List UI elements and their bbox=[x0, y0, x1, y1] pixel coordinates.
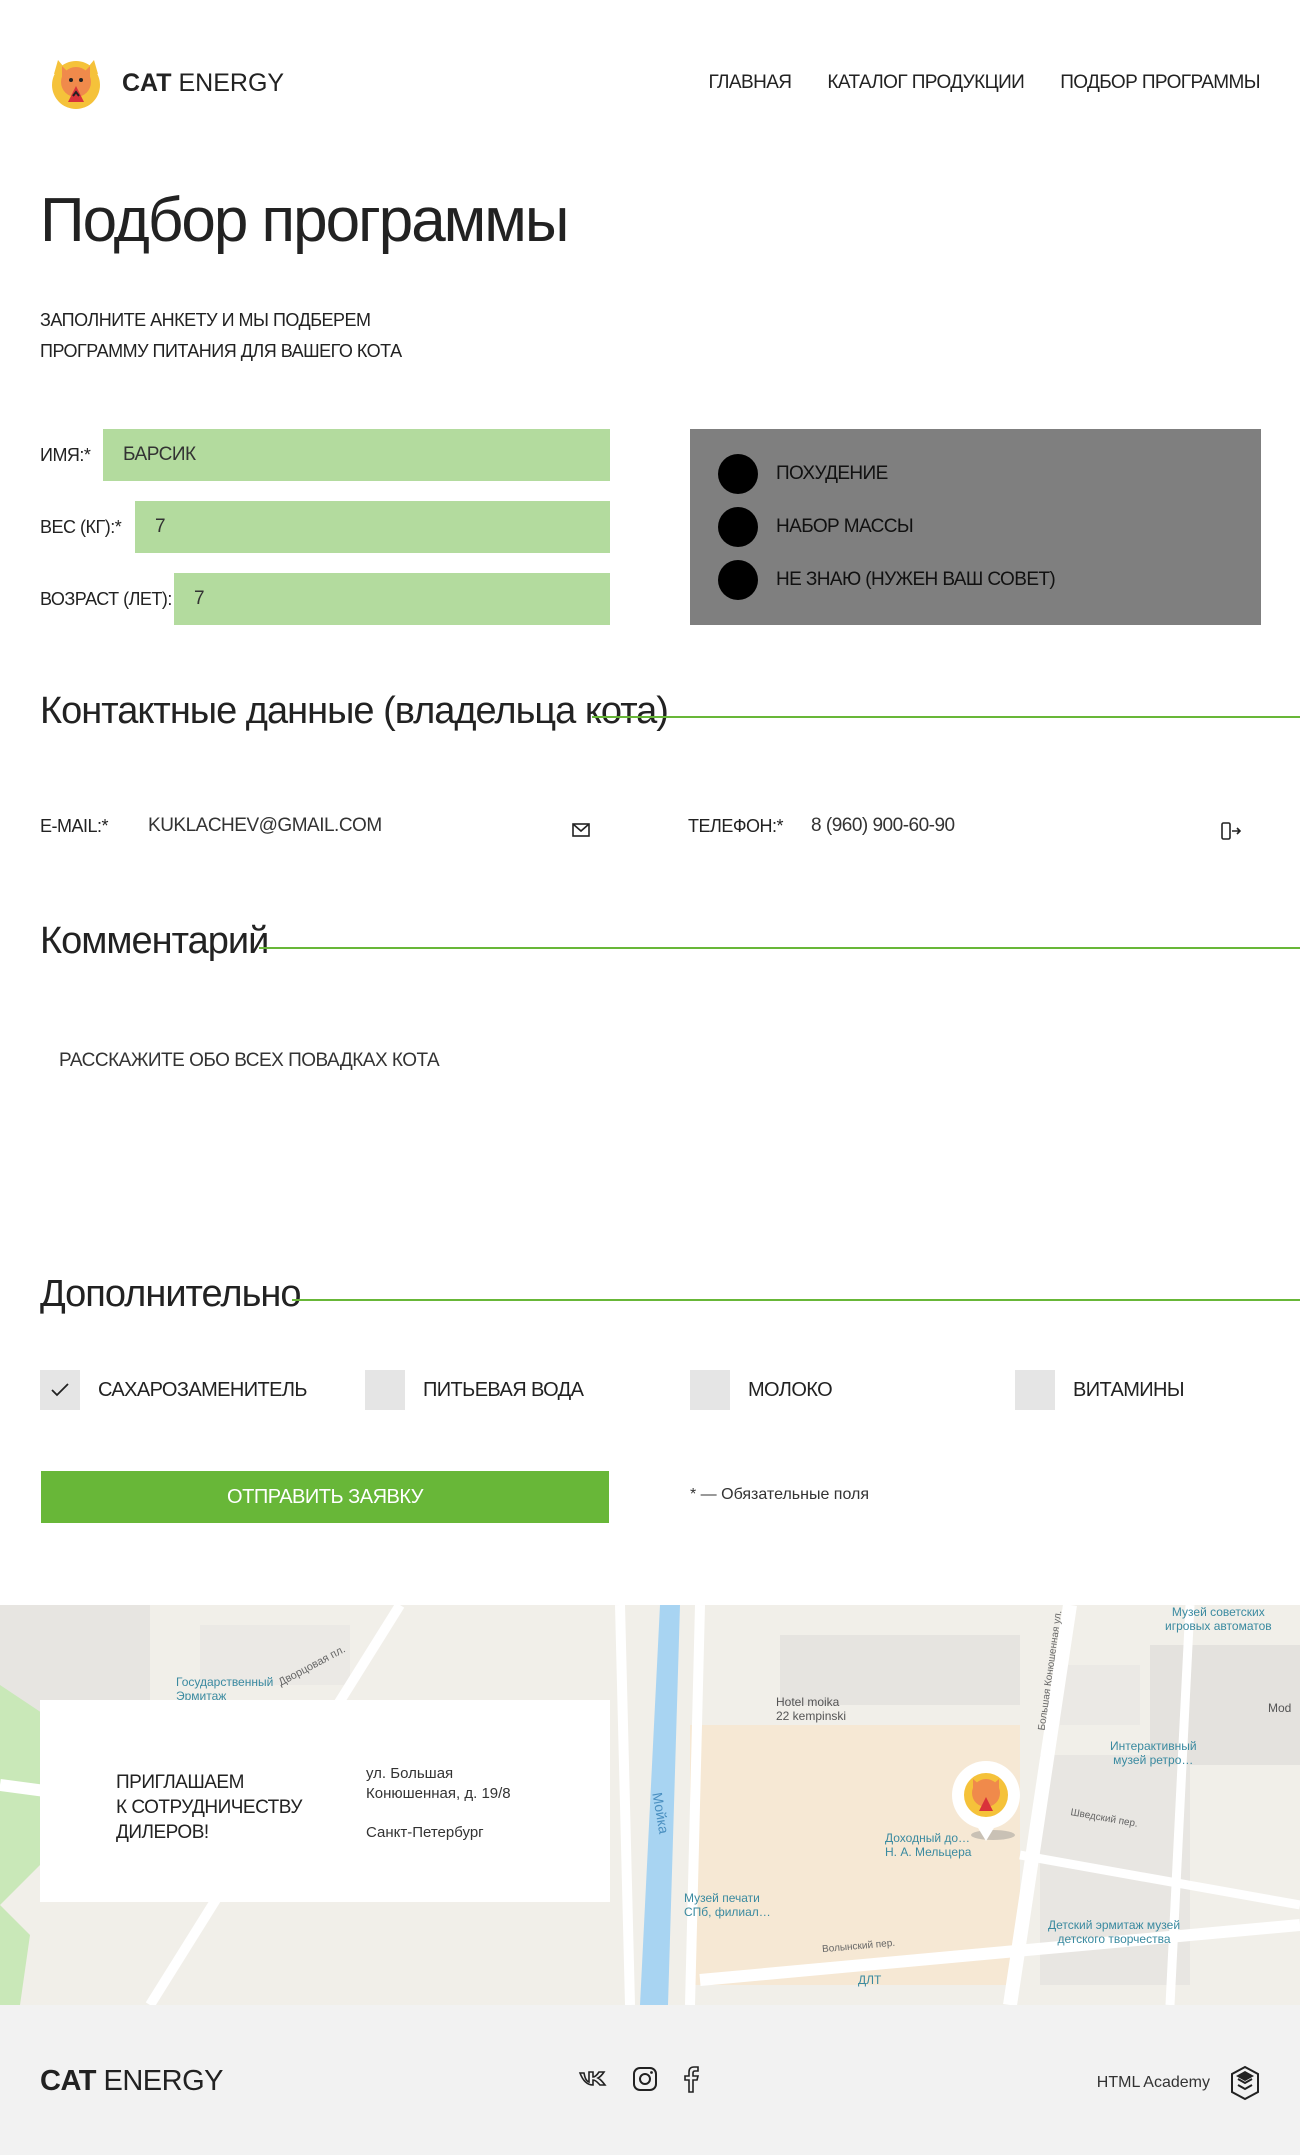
social-links bbox=[578, 2065, 700, 2093]
html-academy-link[interactable]: HTML Academy bbox=[1097, 2065, 1260, 2101]
age-label: ВОЗРАСТ (ЛЕТ): bbox=[40, 588, 172, 609]
comment-title: Комментарий bbox=[40, 920, 269, 962]
checkbox-milk[interactable]: МОЛОКО bbox=[690, 1370, 833, 1410]
dealers-card: ПРИГЛАШАЕМ К СОТРУДНИЧЕСТВУ ДИЛЕРОВ! ул.… bbox=[40, 1700, 610, 1902]
logo[interactable]: CAT ENERGY bbox=[40, 52, 284, 114]
intro-text: ЗАПОЛНИТЕ АНКЕТУ И МЫ ПОДБЕРЕМ ПРОГРАММУ… bbox=[40, 310, 402, 361]
checkbox-sweetener[interactable]: САХАРОЗАМЕНИТЕЛЬ bbox=[40, 1370, 308, 1410]
weight-field: ВЕС (КГ):* 7 bbox=[40, 501, 610, 553]
vk-icon[interactable] bbox=[578, 2069, 608, 2089]
nav-item-home[interactable]: ГЛАВНАЯ bbox=[708, 72, 792, 94]
academy-label: HTML Academy bbox=[1096, 2074, 1210, 2091]
nav-item-program[interactable]: ПОДБОР ПРОГРАММЫ bbox=[1060, 72, 1260, 94]
phone-label: ТЕЛЕФОН:* bbox=[688, 815, 784, 836]
age-field: ВОЗРАСТ (ЛЕТ): 7 bbox=[40, 573, 610, 625]
weight-label: ВЕС (КГ):* bbox=[40, 516, 122, 537]
map-label-hermitage: Государственный Эрмитаж bbox=[176, 1675, 274, 1703]
site-footer: CAT ENERGY HTML Academy bbox=[0, 2005, 1300, 2155]
radio-label: ПОХУДЕНИЕ bbox=[776, 463, 888, 484]
map-marker-icon[interactable] bbox=[945, 1757, 1027, 1847]
map-label-museum-games: Музей советских игровых автоматов bbox=[1165, 1605, 1272, 1633]
html-academy-logo-icon bbox=[1231, 2065, 1259, 2101]
divider-line bbox=[592, 716, 1300, 718]
footer-logo[interactable]: CAT ENERGY bbox=[40, 2065, 224, 2098]
check-icon bbox=[51, 1383, 69, 1397]
required-note: * — Обязательные поля bbox=[690, 1486, 869, 1503]
main-nav: ГЛАВНАЯ КАТАЛОГ ПРОДУКЦИИ ПОДБОР ПРОГРАМ… bbox=[708, 72, 1260, 94]
mail-icon bbox=[572, 823, 590, 837]
map-label-print: Музей печати СПб, филиал… bbox=[684, 1891, 771, 1919]
map-label-hotel: Hotel moika 22 kempinski bbox=[776, 1695, 847, 1723]
cat-logo-icon bbox=[52, 60, 100, 109]
radio-mass-gain[interactable]: НАБОР МАССЫ bbox=[718, 507, 914, 547]
radio-weight-loss[interactable]: ПОХУДЕНИЕ bbox=[718, 454, 888, 494]
checkbox[interactable] bbox=[365, 1370, 405, 1410]
name-label: ИМЯ:* bbox=[40, 444, 91, 465]
age-input[interactable]: 7 bbox=[174, 573, 610, 625]
radio-label: НЕ ЗНАЮ (НУЖЕН ВАШ СОВЕТ) bbox=[776, 569, 1056, 590]
contacts-title: Контактные данные (владельца кота) bbox=[40, 690, 669, 732]
checkbox-label: САХАРОЗАМЕНИТЕЛЬ bbox=[98, 1378, 308, 1401]
site-header: CAT ENERGY ГЛАВНАЯ КАТАЛОГ ПРОДУКЦИИ ПОД… bbox=[0, 0, 1300, 170]
checkbox-label: ВИТАМИНЫ bbox=[1073, 1378, 1185, 1401]
extras-title: Дополнительно bbox=[40, 1273, 301, 1315]
checkbox-water[interactable]: ПИТЬЕВАЯ ВОДА bbox=[365, 1370, 584, 1410]
divider-line bbox=[259, 947, 1300, 949]
radio-label: НАБОР МАССЫ bbox=[776, 516, 914, 537]
phone-field: ТЕЛЕФОН:* 8 (960) 900-60-90 bbox=[688, 815, 955, 837]
phone-input[interactable]: 8 (960) 900-60-90 bbox=[811, 815, 955, 837]
divider-line bbox=[292, 1299, 1300, 1301]
email-input[interactable]: KUKLACHEV@GMAIL.COM bbox=[148, 815, 382, 837]
dealers-title: ПРИГЛАШАЕМ К СОТРУДНИЧЕСТВУ ДИЛЕРОВ! bbox=[116, 1772, 302, 1843]
checkbox-label: ПИТЬЕВАЯ ВОДА bbox=[423, 1378, 584, 1401]
checkbox-label: МОЛОКО bbox=[748, 1378, 833, 1401]
map-label-mod: Mod bbox=[1268, 1701, 1292, 1715]
radio-button[interactable] bbox=[718, 507, 758, 547]
facebook-icon[interactable] bbox=[682, 2065, 700, 2093]
name-input[interactable]: БАРСИК bbox=[103, 429, 610, 481]
radio-button[interactable] bbox=[718, 454, 758, 494]
page-title: Подбор программы bbox=[40, 186, 569, 255]
radio-dont-know[interactable]: НЕ ЗНАЮ (НУЖЕН ВАШ СОВЕТ) bbox=[718, 560, 1056, 600]
phone-icon bbox=[1221, 822, 1242, 840]
comment-textarea[interactable]: РАССКАЖИТЕ ОБО ВСЕХ ПОВАДКАХ КОТА bbox=[59, 1050, 440, 1072]
dealer-address: ул. Большая Конюшенная, д. 19/8 bbox=[366, 1765, 511, 1802]
checkbox-vitamins[interactable]: ВИТАМИНЫ bbox=[1015, 1370, 1185, 1410]
logo-text: CAT ENERGY bbox=[122, 68, 285, 97]
weight-input[interactable]: 7 bbox=[135, 501, 610, 553]
submit-button[interactable]: ОТПРАВИТЬ ЗАЯВКУ bbox=[41, 1471, 609, 1523]
checkbox[interactable] bbox=[1015, 1370, 1055, 1410]
map-label-kids: Детский эрмитаж музей детского творчеств… bbox=[1048, 1918, 1181, 1946]
email-field: E-MAIL:* KUKLACHEV@GMAIL.COM bbox=[40, 815, 382, 837]
checkbox[interactable] bbox=[690, 1370, 730, 1410]
name-field: ИМЯ:* БАРСИК bbox=[40, 429, 610, 481]
instagram-icon[interactable] bbox=[632, 2066, 658, 2092]
checkbox[interactable] bbox=[40, 1370, 80, 1410]
radio-button[interactable] bbox=[718, 560, 758, 600]
nav-item-catalog[interactable]: КАТАЛОГ ПРОДУКЦИИ bbox=[827, 72, 1024, 94]
map-label-museum-retro: Интерактивный музей ретро… bbox=[1110, 1739, 1197, 1767]
dealer-city: Санкт-Петербург bbox=[366, 1824, 484, 1841]
goal-radio-group: ПОХУДЕНИЕ НАБОР МАССЫ НЕ ЗНАЮ (НУЖЕН ВАШ… bbox=[690, 429, 1261, 625]
email-label: E-MAIL:* bbox=[40, 815, 109, 836]
map-label-dlt: ДЛТ bbox=[858, 1973, 882, 1987]
